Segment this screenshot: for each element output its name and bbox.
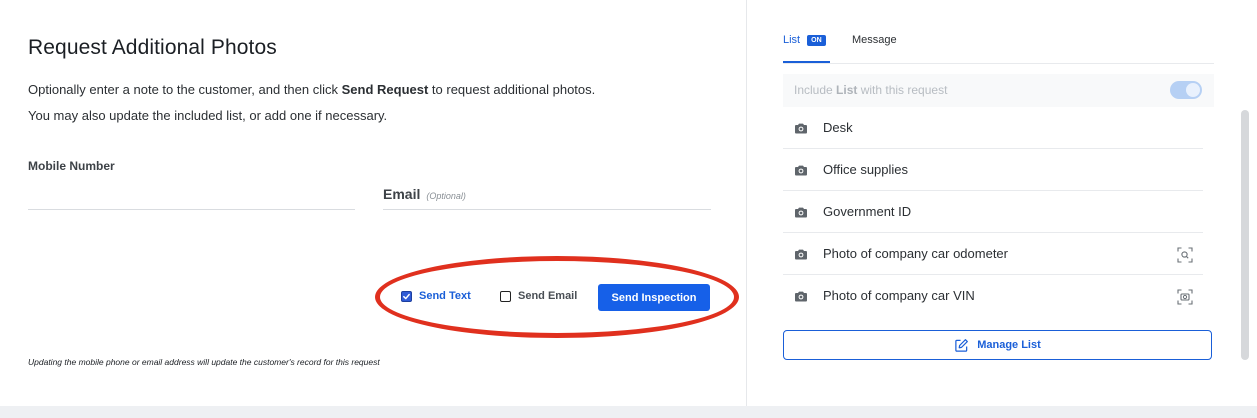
list-sidebar: List ON Message Include List with this r… [747, 0, 1257, 406]
photo-list: Desk Office supplies Government ID Photo… [783, 107, 1203, 316]
intro-bold: Send Request [341, 82, 429, 97]
camera-icon [795, 291, 807, 302]
on-badge: ON [807, 34, 826, 46]
email-label: Email [383, 186, 421, 202]
list-item[interactable]: Desk [783, 107, 1203, 149]
camera-icon [795, 207, 807, 218]
send-text-option[interactable]: Send Text [401, 290, 471, 302]
scan-camera-icon[interactable] [1177, 289, 1193, 305]
tab-message[interactable]: Message [852, 34, 897, 46]
scrollbar[interactable] [1241, 110, 1249, 360]
footnote: Updating the mobile phone or email addre… [28, 357, 380, 367]
camera-icon [795, 123, 807, 134]
mobile-number-input[interactable] [28, 209, 355, 210]
camera-icon [795, 249, 807, 260]
toggle-knob [1186, 83, 1200, 97]
intro-prefix: Optionally enter a note to the customer,… [28, 82, 342, 97]
edit-icon [955, 338, 969, 352]
bottom-strip [0, 406, 1257, 418]
send-email-option[interactable]: Send Email [500, 290, 577, 302]
tab-list[interactable]: List ON [783, 34, 826, 46]
list-item[interactable]: Government ID [783, 191, 1203, 233]
send-text-checkbox[interactable] [401, 290, 412, 302]
list-item-label: Photo of company car VIN [823, 288, 975, 303]
mobile-number-label: Mobile Number [28, 159, 115, 173]
list-item-label: Desk [823, 120, 853, 135]
page-title: Request Additional Photos [28, 36, 277, 59]
tabs-divider [783, 63, 1214, 64]
camera-icon [795, 165, 807, 176]
list-item-label: Office supplies [823, 162, 909, 177]
tab-list-label: List [783, 34, 801, 46]
include-list-text: Include List with this request [794, 83, 947, 97]
scan-search-icon[interactable] [1177, 247, 1193, 263]
email-input[interactable] [383, 209, 711, 210]
email-label-group: Email (Optional) [383, 186, 466, 202]
manage-list-label: Manage List [977, 339, 1041, 351]
manage-list-button[interactable]: Manage List [783, 330, 1212, 360]
send-email-checkbox[interactable] [500, 290, 511, 302]
include-prefix: Include [794, 83, 837, 97]
intro-text-line2: You may also update the included list, o… [28, 108, 388, 123]
list-item[interactable]: Photo of company car VIN [783, 275, 1203, 316]
include-suffix: with this request [857, 83, 948, 97]
include-bold: List [836, 83, 858, 97]
include-list-toggle[interactable] [1170, 81, 1202, 99]
list-item-label: Photo of company car odometer [823, 246, 1008, 261]
send-email-label: Send Email [518, 290, 578, 302]
send-inspection-button[interactable]: Send Inspection [598, 284, 710, 311]
intro-text: Optionally enter a note to the customer,… [28, 82, 595, 97]
request-panel: Request Additional Photos Optionally ent… [0, 0, 746, 406]
list-item[interactable]: Office supplies [783, 149, 1203, 191]
list-item-label: Government ID [823, 204, 912, 219]
checkmark-icon [403, 293, 410, 299]
intro-suffix: to request additional photos. [428, 82, 596, 97]
list-item[interactable]: Photo of company car odometer [783, 233, 1203, 275]
send-text-label: Send Text [419, 290, 471, 302]
email-optional-hint: (Optional) [426, 191, 466, 201]
include-list-row: Include List with this request [783, 74, 1214, 107]
